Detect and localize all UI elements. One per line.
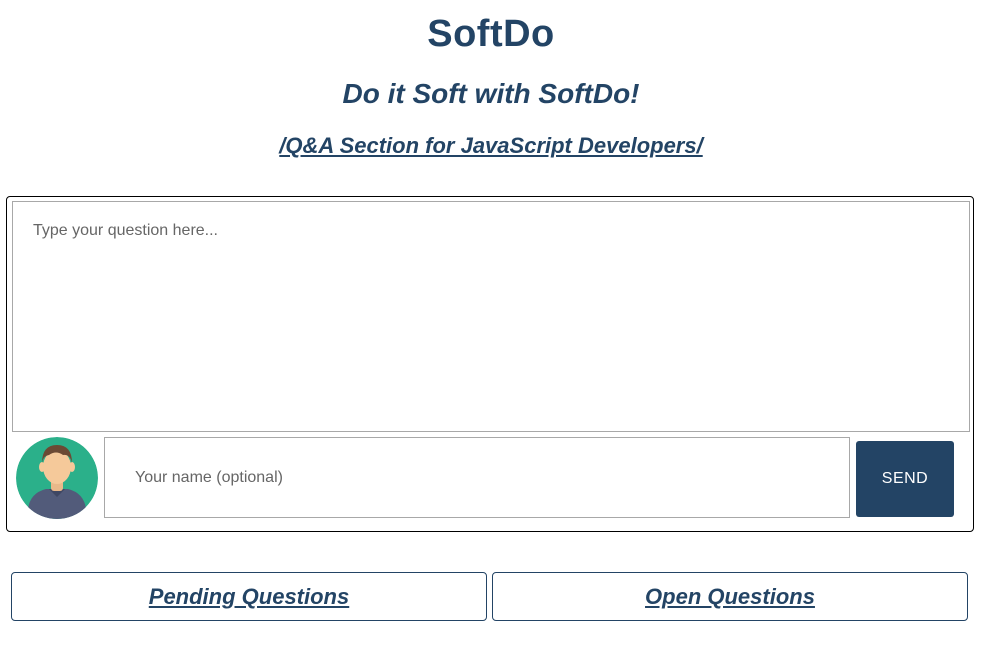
question-form: SEND	[6, 196, 974, 532]
site-title: SoftDo	[427, 13, 555, 55]
tagline: Do it Soft with SoftDo!	[342, 78, 640, 109]
section-heading: /Q&A Section for JavaScript Developers/	[0, 132, 982, 163]
user-avatar-icon	[16, 437, 98, 519]
pending-questions-label: Pending Questions	[148, 583, 350, 609]
open-questions-label: Open Questions	[645, 583, 815, 609]
pending-questions-button[interactable]: Pending Questions	[11, 572, 487, 621]
open-questions-button[interactable]: Open Questions	[492, 572, 968, 621]
name-input[interactable]	[104, 437, 850, 518]
section-link[interactable]: /Q&A Section for JavaScript Developers/	[279, 133, 702, 158]
question-textarea[interactable]	[12, 201, 970, 432]
send-button[interactable]: SEND	[856, 441, 954, 517]
